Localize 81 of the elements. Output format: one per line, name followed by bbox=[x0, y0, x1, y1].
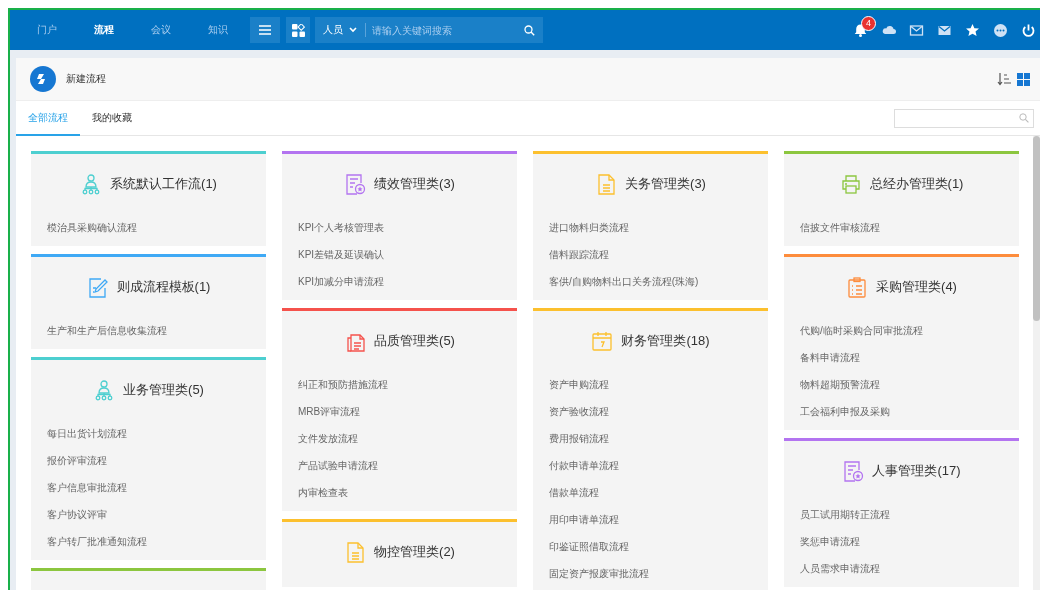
process-link[interactable]: 资产验收流程 bbox=[533, 398, 768, 425]
process-link[interactable]: 代购/临时采购合同审批流程 bbox=[784, 317, 1019, 344]
process-link[interactable]: KPI加减分申请流程 bbox=[282, 268, 517, 295]
process-link[interactable]: 模治具采购确认流程 bbox=[31, 214, 266, 241]
process-link[interactable]: 工会福利申报及采购 bbox=[784, 398, 1019, 425]
edit-document-icon bbox=[86, 276, 109, 298]
process-link[interactable]: 信披文件审核流程 bbox=[784, 214, 1019, 241]
process-link[interactable]: 客户转厂批准通知流程 bbox=[31, 528, 266, 555]
process-link[interactable]: 备料申请流程 bbox=[784, 344, 1019, 371]
category-title: 系统默认工作流(1) bbox=[110, 175, 217, 193]
process-link[interactable]: 固定资产报废审批流程 bbox=[533, 560, 768, 587]
category-title: 财务管理类(18) bbox=[621, 332, 710, 350]
power-icon[interactable] bbox=[1021, 22, 1036, 38]
process-link[interactable]: 产品试验申请流程 bbox=[282, 452, 517, 479]
envelope-icon[interactable] bbox=[909, 22, 924, 38]
sort-icon[interactable] bbox=[997, 72, 1011, 86]
process-link[interactable]: KPI个人考核管理表 bbox=[282, 214, 517, 241]
calendar-icon bbox=[591, 330, 614, 352]
apps-button[interactable] bbox=[286, 17, 310, 43]
caret-icon bbox=[349, 27, 357, 33]
process-link[interactable]: 文件发放流程 bbox=[282, 425, 517, 452]
page-title: 新建流程 bbox=[66, 72, 106, 86]
certificate-icon bbox=[344, 173, 367, 195]
category-title: 品质管理类(5) bbox=[374, 332, 455, 350]
category-title: 则成流程模板(1) bbox=[116, 278, 211, 296]
category-title: 物控管理类(2) bbox=[374, 543, 455, 561]
category-title: 绩效管理类(3) bbox=[374, 175, 455, 193]
scrollbar-thumb[interactable] bbox=[1033, 136, 1040, 321]
process-link[interactable]: 客户信息审批流程 bbox=[31, 474, 266, 501]
category-title: 人事管理类(17) bbox=[872, 462, 961, 480]
process-link[interactable]: 付款申请单流程 bbox=[533, 452, 768, 479]
process-link[interactable]: 奖惩申请流程 bbox=[784, 528, 1019, 555]
process-link[interactable]: 资产申购流程 bbox=[533, 371, 768, 398]
process-link[interactable]: 进口物料归类流程 bbox=[533, 214, 768, 241]
document-icon bbox=[344, 541, 367, 563]
process-link[interactable]: KPI差错及延误确认 bbox=[282, 241, 517, 268]
nav-tab[interactable]: 知识 bbox=[189, 23, 246, 37]
certificate-icon bbox=[842, 460, 865, 482]
process-link[interactable]: MRB评审流程 bbox=[282, 398, 517, 425]
process-link[interactable]: 客供/自购物料出口关务流程(珠海) bbox=[533, 268, 768, 295]
process-link[interactable]: 报价评审流程 bbox=[31, 447, 266, 474]
nav-tab[interactable]: 门户 bbox=[18, 23, 75, 37]
app-logo-icon bbox=[30, 66, 56, 92]
menu-button[interactable] bbox=[250, 17, 280, 43]
menu-icon bbox=[259, 25, 271, 35]
apps-icon bbox=[291, 23, 305, 37]
category-title: 总经办管理类(1) bbox=[869, 175, 964, 193]
tab[interactable]: 全部流程 bbox=[16, 101, 80, 136]
search-scope-dropdown[interactable]: 人员 bbox=[315, 23, 361, 37]
process-link[interactable]: 物料超期预警流程 bbox=[784, 371, 1019, 398]
process-link[interactable]: 借款单流程 bbox=[533, 479, 768, 506]
process-link[interactable]: 客户协议评审 bbox=[31, 501, 266, 528]
process-link[interactable]: 内审检查表 bbox=[282, 479, 517, 506]
bell-icon[interactable] bbox=[853, 22, 868, 38]
search-icon[interactable] bbox=[524, 24, 535, 36]
tab[interactable]: 我的收藏 bbox=[80, 101, 144, 136]
process-link[interactable]: 用印申请单流程 bbox=[533, 506, 768, 533]
grid-view-icon[interactable] bbox=[1017, 72, 1030, 86]
process-link[interactable]: 每日出货计划流程 bbox=[31, 420, 266, 447]
search-icon bbox=[1019, 113, 1029, 123]
nav-tab[interactable]: 会议 bbox=[132, 23, 189, 37]
notification-badge: 4 bbox=[861, 15, 876, 31]
document-icon bbox=[595, 173, 618, 195]
scrollbar[interactable] bbox=[1033, 136, 1040, 590]
process-link[interactable]: 生产和生产后信息收集流程 bbox=[31, 317, 266, 344]
checklist-icon bbox=[846, 276, 869, 298]
process-link[interactable]: 印鉴证照借取流程 bbox=[533, 533, 768, 560]
process-link[interactable]: 费用报销流程 bbox=[533, 425, 768, 452]
category-title: 业务管理类(5) bbox=[123, 381, 204, 399]
nav-tab[interactable]: 流程 bbox=[75, 23, 132, 37]
more-options-icon[interactable] bbox=[993, 22, 1008, 38]
filter-field[interactable] bbox=[894, 108, 1034, 128]
process-link[interactable]: 借料跟踪流程 bbox=[533, 241, 768, 268]
process-link[interactable]: 人员需求申请流程 bbox=[784, 555, 1019, 582]
category-title: 采购管理类(4) bbox=[876, 278, 957, 296]
printer-icon bbox=[839, 173, 862, 195]
process-link[interactable]: 员工试用期转正流程 bbox=[784, 501, 1019, 528]
star-icon[interactable] bbox=[965, 22, 980, 38]
process-link[interactable]: 纠正和预防措施流程 bbox=[282, 371, 517, 398]
category-title: 关务管理类(3) bbox=[625, 175, 706, 193]
search-field[interactable]: 人员 请输入关键词搜索 bbox=[315, 17, 543, 43]
